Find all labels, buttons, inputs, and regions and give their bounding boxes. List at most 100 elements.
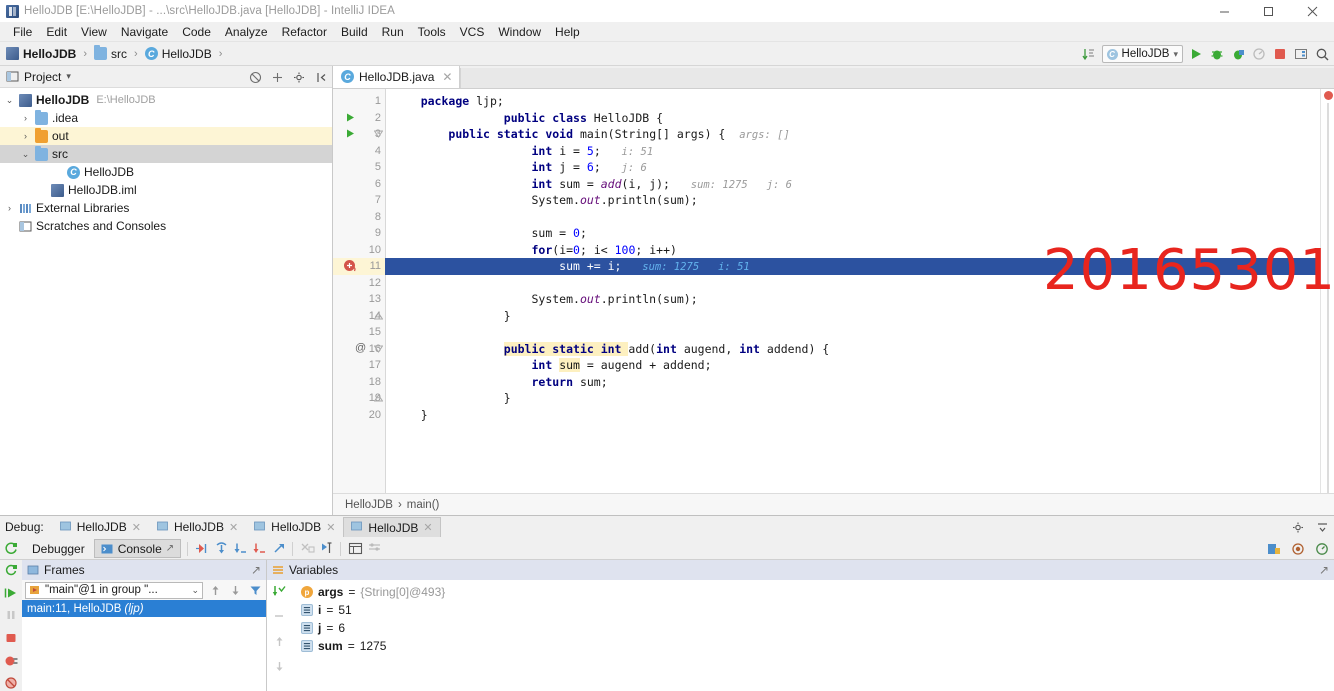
run-button[interactable]	[1188, 46, 1204, 62]
step-into-icon[interactable]	[232, 541, 248, 557]
tree-item-hellojdb[interactable]: C HelloJDB	[0, 163, 332, 181]
chevron-right-icon[interactable]: ›	[20, 131, 31, 142]
watch-down-icon[interactable]	[271, 658, 287, 674]
tab-debugger[interactable]: Debugger	[26, 539, 91, 558]
code-line-19[interactable]: }	[385, 390, 1334, 407]
editor-gutter[interactable]: 1 2 3 4 5 6 7 8 9 10 11 12 13 14 15 @16 17 18 19 20	[333, 89, 385, 493]
code-line-15[interactable]	[385, 324, 1334, 341]
chevron-right-icon[interactable]: ›	[20, 113, 31, 124]
debug-tab-3[interactable]: HelloJDB ✕	[343, 517, 441, 537]
error-marker-icon[interactable]	[1324, 91, 1333, 100]
variable-row[interactable]: ☰ sum = 1275	[291, 637, 1334, 655]
close-icon[interactable]: ✕	[132, 521, 141, 534]
menu-item-window[interactable]: Window	[491, 24, 548, 40]
gutter-line-16[interactable]: @16	[333, 341, 385, 358]
code-line-7[interactable]: System.out.println(sum);	[385, 192, 1334, 209]
gutter-line-20[interactable]: 20	[333, 407, 385, 424]
hide-panel-icon[interactable]	[313, 69, 329, 85]
collapse-all-icon[interactable]	[247, 69, 263, 85]
expand-all-icon[interactable]	[269, 69, 285, 85]
menu-item-view[interactable]: View	[74, 24, 114, 40]
breadcrumb-project[interactable]: HelloJDB	[23, 47, 76, 61]
code-line-6[interactable]: int sum = add(i, j); sum: 1275 j: 6	[385, 176, 1334, 193]
thread-selector[interactable]: "main"@1 in group "... ⌄	[25, 581, 203, 599]
breadcrumb-src[interactable]: src	[111, 47, 127, 61]
rerun-icon[interactable]	[3, 541, 19, 557]
menu-item-file[interactable]: File	[6, 24, 39, 40]
gutter-line-15[interactable]: 15	[333, 324, 385, 341]
update-project-icon[interactable]	[1081, 46, 1097, 62]
gutter-line-18[interactable]: 18	[333, 374, 385, 391]
code-line-11[interactable]: sum += i; sum: 1275 i: 51	[385, 258, 1334, 275]
gutter-line-17[interactable]: 17	[333, 357, 385, 374]
menu-item-tools[interactable]: Tools	[411, 24, 453, 40]
menu-item-run[interactable]: Run	[375, 24, 411, 40]
view-breakpoints-icon[interactable]	[1290, 541, 1306, 557]
maximize-button[interactable]	[1246, 0, 1290, 22]
breakpoint-icon[interactable]	[343, 259, 357, 276]
override-icon[interactable]: @	[355, 342, 366, 354]
gutter-line-3[interactable]: 3	[333, 126, 385, 143]
close-button[interactable]	[1290, 0, 1334, 22]
resume-program-icon[interactable]	[3, 585, 19, 601]
variables-settings-icon[interactable]: ↗	[1319, 560, 1329, 580]
gutter-line-14[interactable]: 14	[333, 308, 385, 325]
frames-settings-icon[interactable]: ↗	[251, 560, 261, 580]
menu-item-vcs[interactable]: VCS	[453, 24, 492, 40]
step-over-icon[interactable]	[213, 541, 229, 557]
gutter-line-8[interactable]: 8	[333, 209, 385, 226]
minimize-button[interactable]	[1202, 0, 1246, 22]
close-icon[interactable]: ✕	[442, 70, 452, 84]
profile-button[interactable]	[1251, 46, 1267, 62]
menu-item-navigate[interactable]: Navigate	[114, 24, 175, 40]
frame-down-icon[interactable]	[227, 582, 243, 598]
gutter-line-10[interactable]: 10	[333, 242, 385, 259]
breadcrumb-class-name[interactable]: HelloJDB	[345, 499, 393, 511]
error-stripe[interactable]	[1320, 89, 1334, 493]
code-line-14[interactable]: }	[385, 308, 1334, 325]
view-breakpoints-rail-icon[interactable]	[3, 653, 19, 669]
code-line-17[interactable]: int sum = augend + addend;	[385, 357, 1334, 374]
force-step-into-icon[interactable]	[251, 541, 267, 557]
code-line-8[interactable]	[385, 209, 1334, 226]
run-gutter-icon[interactable]	[345, 112, 356, 126]
variable-row[interactable]: ☰ i = 51	[291, 601, 1334, 619]
code-line-3[interactable]: public static void main(String[] args) {…	[385, 126, 1334, 143]
gutter-line-7[interactable]: 7	[333, 192, 385, 209]
remove-watch-icon[interactable]	[271, 608, 287, 624]
tree-item-out[interactable]: › out	[0, 127, 332, 145]
code-line-4[interactable]: int i = 5; i: 51	[385, 143, 1334, 160]
watch-up-icon[interactable]	[271, 633, 287, 649]
menu-item-code[interactable]: Code	[175, 24, 218, 40]
gutter-line-6[interactable]: 6	[333, 176, 385, 193]
run-configuration-selector[interactable]: C HelloJDB ▾	[1101, 45, 1183, 63]
run-to-cursor-icon[interactable]	[318, 541, 334, 557]
code-line-20[interactable]: }	[385, 407, 1334, 424]
code-line-12[interactable]	[385, 275, 1334, 292]
gutter-line-13[interactable]: 13	[333, 291, 385, 308]
code-line-18[interactable]: return sum;	[385, 374, 1334, 391]
close-icon[interactable]: ✕	[326, 521, 335, 534]
editor-tab-hellojdb[interactable]: C HelloJDB.java ✕	[333, 65, 461, 88]
mute-breakpoints-rail-icon[interactable]	[3, 675, 19, 691]
chevron-down-icon[interactable]: ⌄	[191, 585, 199, 596]
mute-breakpoints-icon[interactable]	[1266, 541, 1282, 557]
run-with-coverage-button[interactable]	[1230, 46, 1246, 62]
menu-item-analyze[interactable]: Analyze	[218, 24, 275, 40]
stop-button[interactable]	[1272, 46, 1288, 62]
frame-row[interactable]: main:11, HelloJDB (ljp)	[22, 600, 266, 617]
gutter-line-9[interactable]: 9	[333, 225, 385, 242]
project-view-dropdown[interactable]: ▾	[66, 71, 71, 82]
code-line-5[interactable]: int j = 6; j: 6	[385, 159, 1334, 176]
pin-icon[interactable]: ↗	[166, 543, 174, 554]
evaluate-expression-icon[interactable]	[347, 541, 363, 557]
chevron-down-icon[interactable]: ⌄	[4, 95, 15, 106]
tab-console[interactable]: Console ↗	[93, 539, 182, 558]
restore-layout-icon[interactable]	[1314, 541, 1330, 557]
tree-item-hellojdb-iml[interactable]: HelloJDB.iml	[0, 181, 332, 199]
frame-up-icon[interactable]	[207, 582, 223, 598]
close-icon[interactable]: ✕	[229, 521, 238, 534]
tree-item-hellojdb[interactable]: ⌄ HelloJDB E:\HelloJDB	[0, 91, 332, 109]
fold-end-icon[interactable]	[373, 311, 384, 324]
frame-list[interactable]: main:11, HelloJDB (ljp)	[22, 600, 266, 691]
